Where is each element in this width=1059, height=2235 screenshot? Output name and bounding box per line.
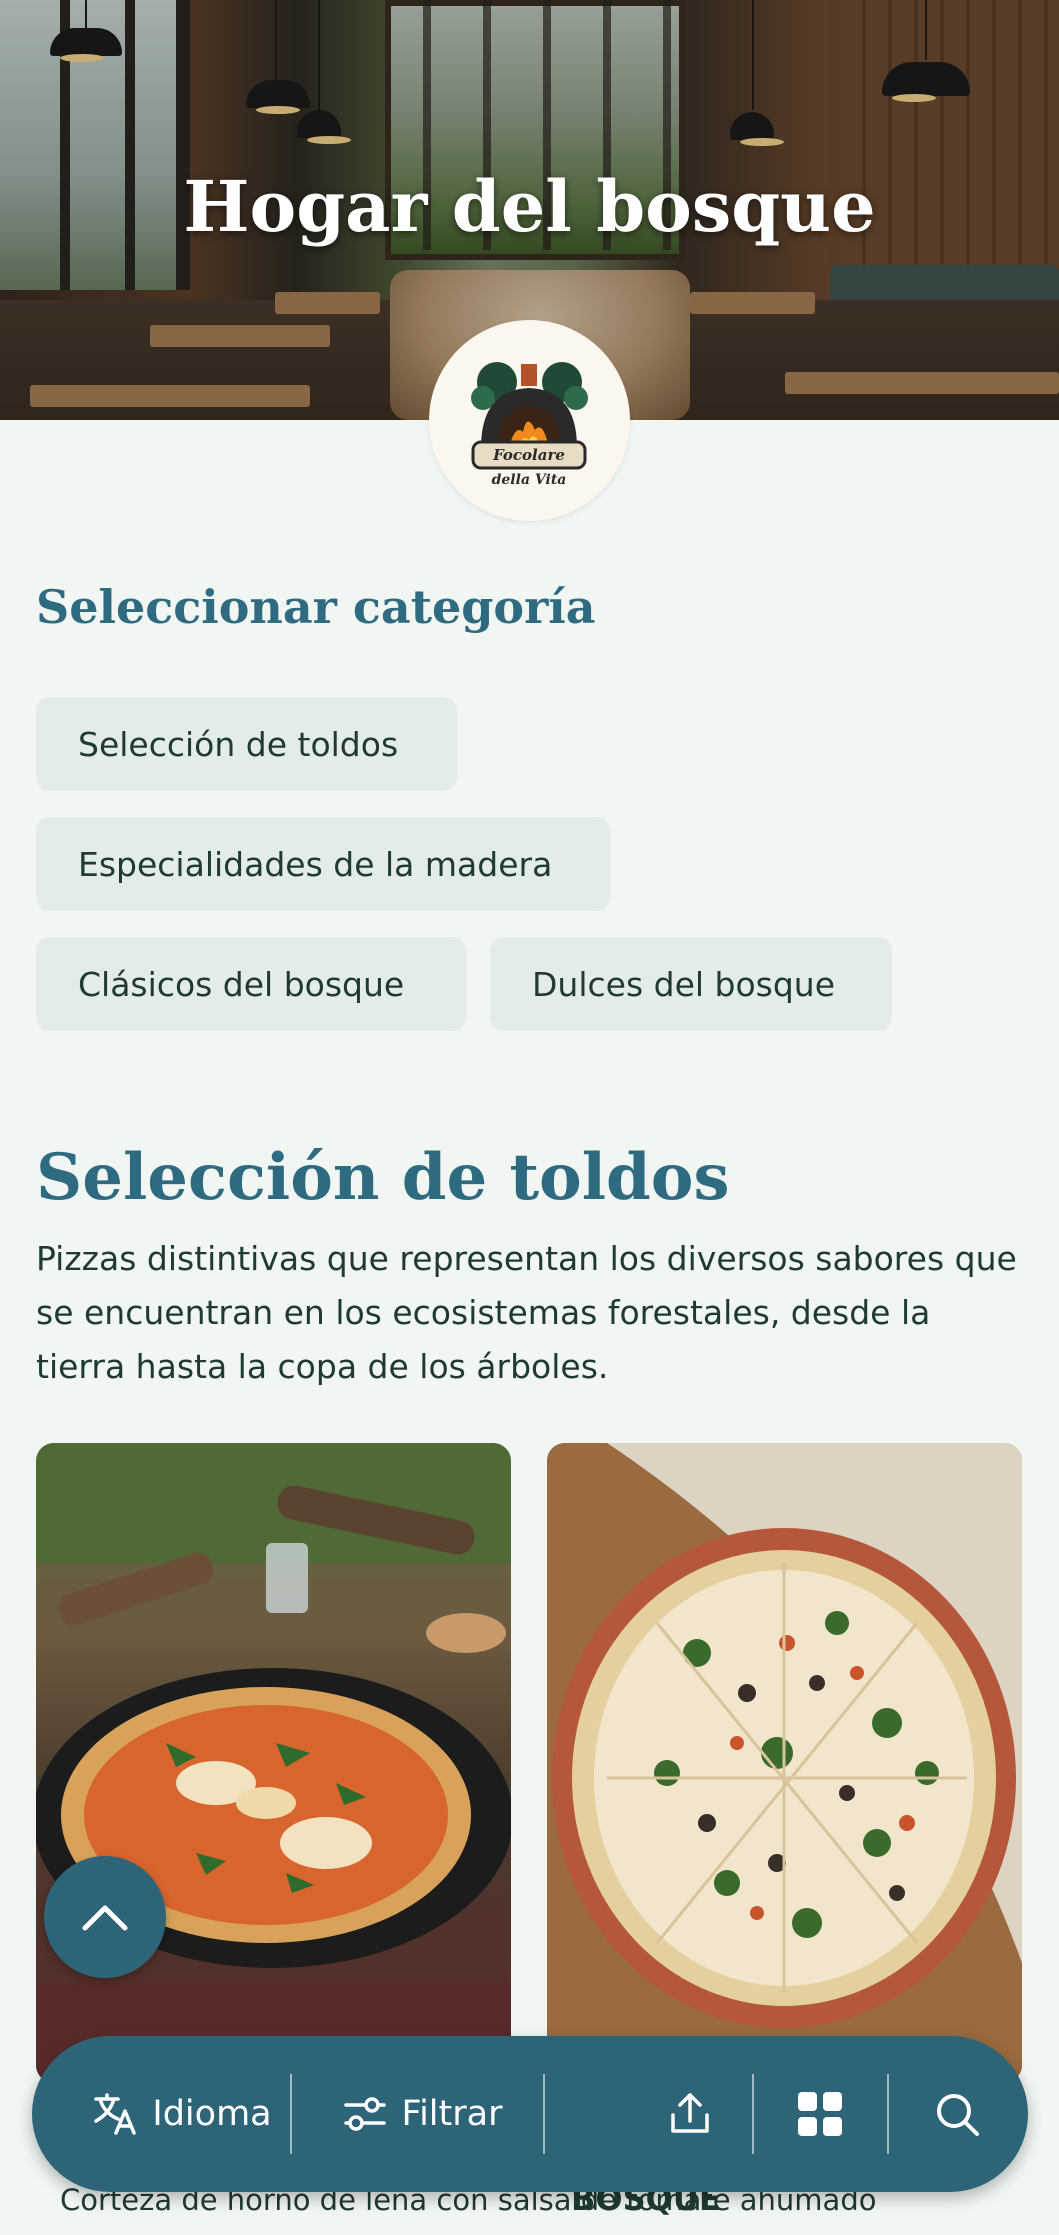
svg-text:Focolare: Focolare (492, 446, 565, 464)
section-description: Pizzas distintivas que representan los d… (36, 1239, 1017, 1386)
chevron-up-icon (82, 1905, 128, 1931)
translate-icon (94, 2093, 137, 2135)
pizza-image (36, 1443, 511, 2083)
search-button[interactable] (907, 2036, 1007, 2192)
category-chip-toldos[interactable]: Selección de toldos (36, 697, 457, 791)
category-chip-madera[interactable]: Especialidades de la madera (36, 817, 610, 911)
page-title: Hogar del bosque (183, 165, 876, 248)
scroll-top-button[interactable] (44, 1856, 166, 1978)
section-title: Selección de toldos (36, 1140, 730, 1215)
oven-logo-icon: Focolare della Vita (471, 362, 588, 488)
share-icon (671, 2093, 709, 2133)
search-icon (937, 2094, 979, 2136)
pizza-card[interactable] (36, 1443, 511, 2083)
bottom-action-bar: Idioma Filtrar (32, 2036, 1028, 2192)
divider (543, 2074, 545, 2154)
divider (752, 2074, 754, 2154)
grid-icon (798, 2092, 842, 2136)
language-label: Idioma (152, 2094, 272, 2134)
category-chip-dulces[interactable]: Dulces del bosque (490, 937, 892, 1031)
pizza-card[interactable] (547, 1443, 1022, 2083)
svg-text:della Vita: della Vita (492, 472, 567, 488)
restaurant-logo: Focolare della Vita (429, 320, 630, 521)
grid-view-button[interactable] (770, 2036, 870, 2192)
filter-label: Filtrar (401, 2094, 503, 2134)
category-heading: Seleccionar categoría (36, 580, 596, 634)
divider (887, 2074, 889, 2154)
divider (290, 2074, 292, 2154)
pizza-image (547, 1443, 1022, 2083)
category-chip-clasicos[interactable]: Clásicos del bosque (36, 937, 466, 1031)
filter-button[interactable]: Filtrar (322, 2036, 522, 2192)
language-button[interactable]: Idioma (72, 2036, 292, 2192)
share-button[interactable] (640, 2036, 740, 2192)
filter-icon (343, 2097, 386, 2131)
